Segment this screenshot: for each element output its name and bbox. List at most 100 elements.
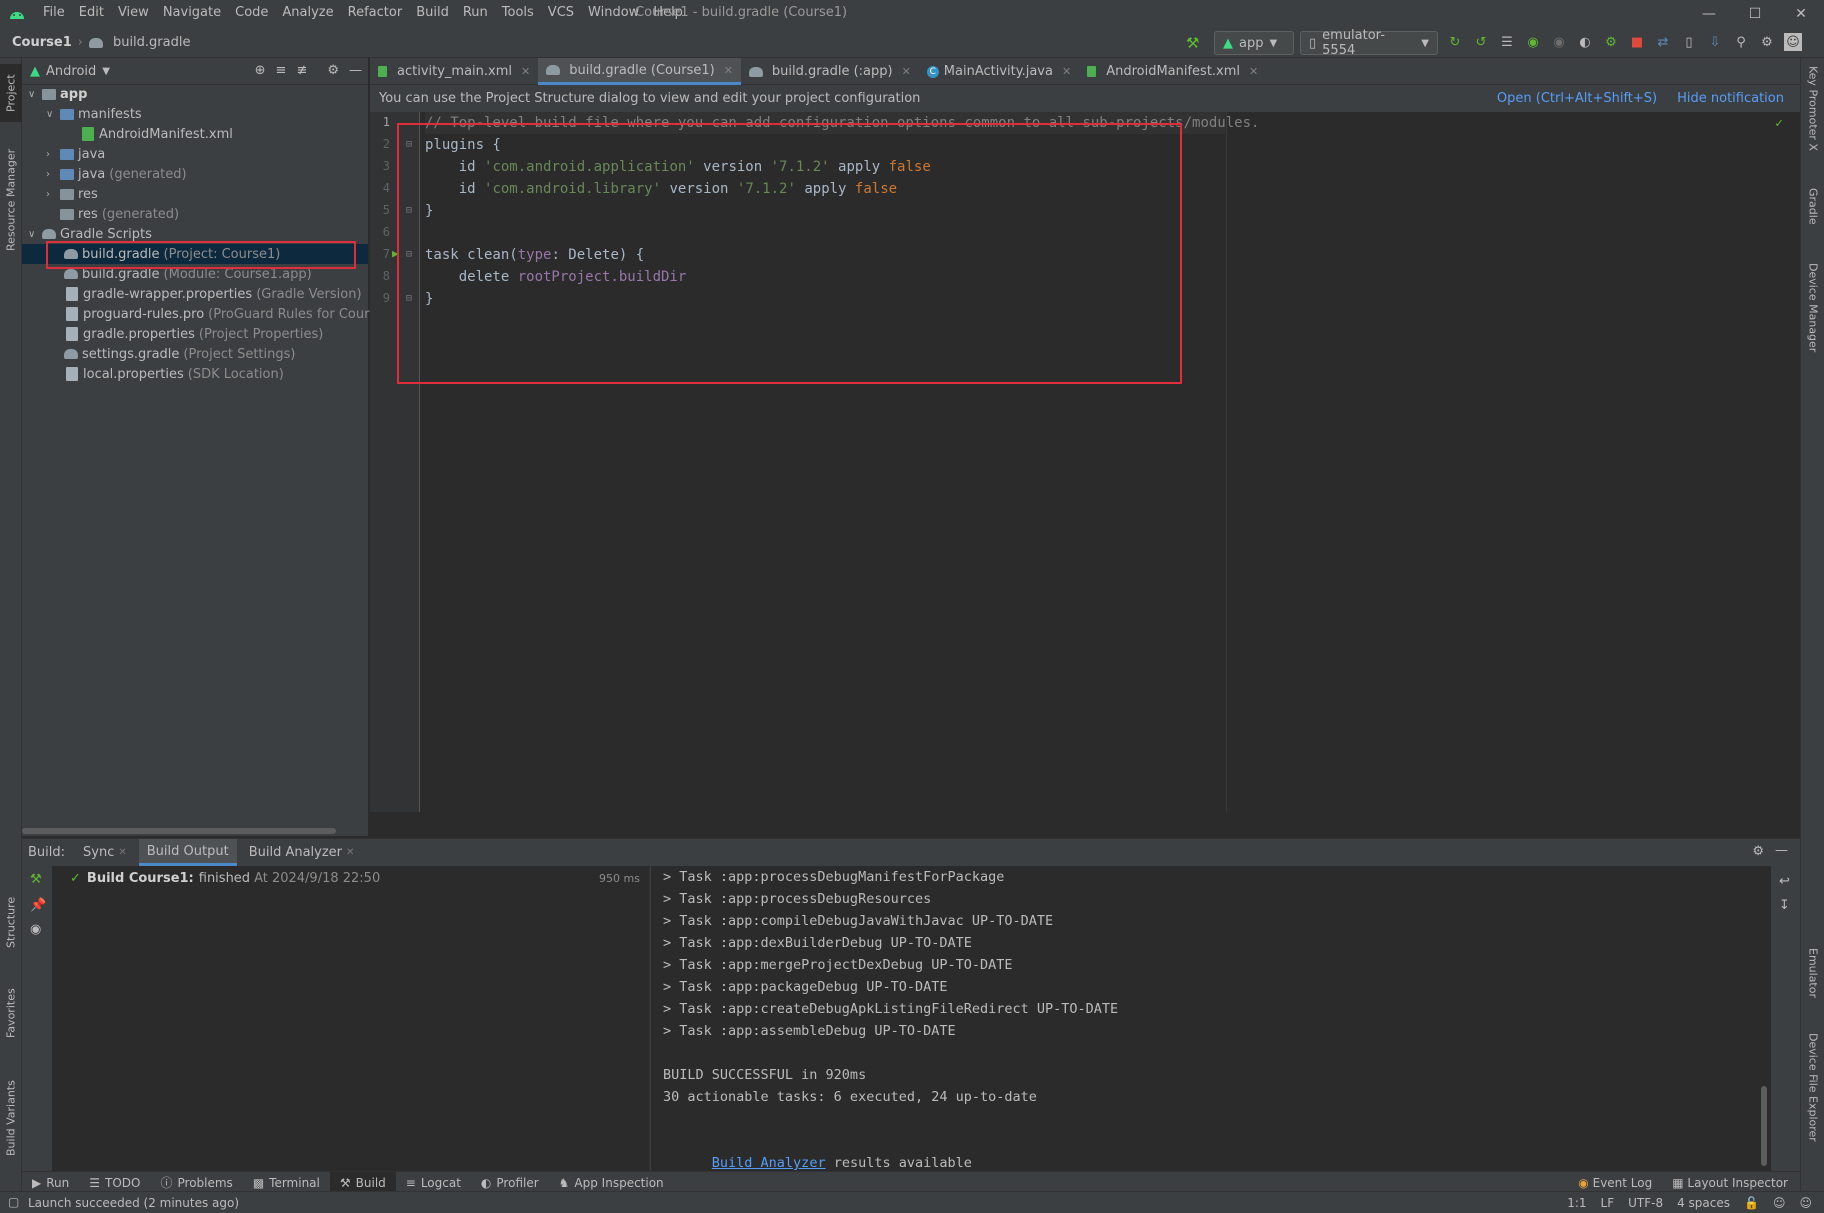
eye-icon[interactable]: ◉ [30, 922, 41, 937]
caret-position[interactable]: 1:1 [1567, 1196, 1586, 1210]
tool-tab-structure[interactable]: Structure [0, 888, 22, 956]
menu-edit[interactable]: Edit [72, 5, 111, 20]
account-icon[interactable]: ☺ [1784, 33, 1802, 51]
build-result-row[interactable]: ✓ Build Course1: finished At 2024/9/18 2… [70, 868, 640, 888]
project-view-select[interactable]: Android [46, 64, 96, 79]
tree-item-gradle-properties[interactable]: gradle.properties (Project Properties) [66, 324, 323, 344]
hide-panel-icon[interactable]: — [1775, 843, 1788, 858]
avd-manager-icon[interactable]: ▯ [1680, 33, 1698, 51]
line-separator[interactable]: LF [1601, 1196, 1615, 1210]
maximize-icon[interactable]: ☐ [1732, 0, 1778, 28]
menu-navigate[interactable]: Navigate [156, 5, 228, 20]
tab-build-output[interactable]: Build Output [138, 839, 237, 866]
chevron-down-icon[interactable]: ∨ [28, 229, 42, 240]
memory-indicator-icon[interactable]: ☺ [1773, 1196, 1786, 1210]
attach-debugger-icon[interactable]: ⚙ [1602, 33, 1620, 51]
tool-tab-device-manager[interactable]: Device Manager [1803, 263, 1823, 373]
locate-target-icon[interactable]: ⊕ [255, 63, 266, 78]
tab-androidmanifest-xml[interactable]: AndroidManifest.xml ✕ [1079, 58, 1266, 85]
tree-item-androidmanifest[interactable]: AndroidManifest.xml [82, 124, 233, 144]
tool-tab-resource-manager[interactable]: Resource Manager [0, 140, 22, 260]
tree-item-settings-gradle[interactable]: settings.gradle (Project Settings) [64, 344, 295, 364]
menu-analyze[interactable]: Analyze [275, 5, 340, 20]
close-tab-icon[interactable]: ✕ [346, 847, 354, 858]
chevron-down-icon[interactable]: ∨ [46, 109, 60, 120]
tree-item-app[interactable]: ∨ app [28, 84, 87, 104]
hammer-build-icon[interactable]: ⚒ [1186, 34, 1199, 52]
settings-gear-icon[interactable]: ⚙ [1758, 33, 1776, 51]
open-project-structure-link[interactable]: Open (Ctrl+Alt+Shift+S) [1497, 91, 1657, 106]
profile-icon[interactable]: ◉ [1550, 33, 1568, 51]
tree-item-java-generated[interactable]: › java (generated) [46, 164, 187, 184]
hammer-build-icon[interactable]: ⚒ [30, 872, 42, 887]
close-icon[interactable]: ✕ [1778, 0, 1824, 28]
build-analyzer-link[interactable]: Build Analyzer [712, 1155, 826, 1171]
close-tab-icon[interactable]: ✕ [521, 65, 530, 78]
gear-icon[interactable]: ⚙ [327, 63, 339, 78]
tab-build-analyzer[interactable]: Build Analyzer ✕ [241, 839, 363, 866]
debug-icon[interactable]: ◉ [1524, 33, 1542, 51]
tool-tab-emulator[interactable]: Emulator [1803, 948, 1823, 1018]
build-output-console[interactable]: > Task :app:processDebugManifestForPacka… [651, 866, 1771, 1172]
settings-gear-icon[interactable]: ⚙ [1752, 844, 1764, 859]
profiler-gauge-icon[interactable]: ◐ [1576, 33, 1594, 51]
notifications-icon[interactable]: ☺ [1799, 1196, 1812, 1210]
stop-icon[interactable]: ■ [1628, 33, 1646, 51]
apply-changes-restart-icon[interactable]: ↻ [1446, 33, 1464, 51]
tree-item-gradle-wrapper[interactable]: gradle-wrapper.properties (Gradle Versio… [66, 284, 362, 304]
menu-file[interactable]: File [36, 5, 72, 20]
breadcrumb-project[interactable]: Course1 [12, 35, 72, 50]
horizontal-scrollbar[interactable] [22, 828, 336, 834]
hide-panel-icon[interactable]: — [349, 63, 362, 78]
chevron-down-icon[interactable]: ∨ [28, 89, 42, 100]
menu-build[interactable]: Build [409, 5, 456, 20]
inspection-ok-check-icon[interactable]: ✓ [1775, 116, 1783, 131]
status-message[interactable]: Launch succeeded (2 minutes ago) [28, 1196, 239, 1210]
run-coverage-icon[interactable]: ☰ [1498, 33, 1516, 51]
collapse-all-icon[interactable]: ≢ [296, 63, 307, 78]
tool-tab-project[interactable]: Project [0, 64, 22, 122]
menu-view[interactable]: View [111, 5, 156, 20]
tree-item-manifests[interactable]: ∨ manifests [46, 104, 142, 124]
tree-item-java[interactable]: › java [46, 144, 105, 164]
indent-setting[interactable]: 4 spaces [1677, 1196, 1730, 1210]
pin-icon[interactable]: 📌 [30, 898, 46, 913]
tab-mainactivity-java[interactable]: C MainActivity.java ✕ [919, 58, 1079, 85]
tab-build-gradle-course1[interactable]: build.gradle (Course1) ✕ [538, 58, 741, 85]
tree-item-local-properties[interactable]: local.properties (SDK Location) [66, 364, 284, 384]
tab-sync[interactable]: Sync ✕ [75, 839, 135, 866]
tool-layout-inspector[interactable]: ▦ Layout Inspector [1672, 1176, 1788, 1190]
menu-refactor[interactable]: Refactor [341, 5, 410, 20]
expand-all-icon[interactable]: ≡ [276, 63, 287, 78]
search-icon[interactable]: ⚲ [1732, 33, 1750, 51]
sync-gradle-icon[interactable]: ⇄ [1654, 33, 1672, 51]
close-tab-icon[interactable]: ✕ [902, 65, 911, 78]
close-tab-icon[interactable]: ✕ [724, 64, 733, 77]
tool-event-log[interactable]: ◉ Event Log [1578, 1176, 1652, 1190]
tree-item-res-generated[interactable]: res (generated) [46, 204, 179, 224]
tool-tab-favorites[interactable]: Favorites [0, 978, 22, 1048]
menu-tools[interactable]: Tools [495, 5, 541, 20]
close-tab-icon[interactable]: ✕ [1062, 65, 1071, 78]
apply-code-changes-icon[interactable]: ↺ [1472, 33, 1490, 51]
tree-item-proguard[interactable]: proguard-rules.pro (ProGuard Rules for C… [66, 304, 393, 324]
vertical-scrollbar[interactable] [1761, 1086, 1767, 1166]
chevron-right-icon[interactable]: › [46, 189, 60, 200]
lock-icon[interactable]: 🔓 [1744, 1196, 1759, 1210]
minimize-icon[interactable]: — [1686, 0, 1732, 28]
tab-build-gradle-app[interactable]: build.gradle (:app) ✕ [741, 58, 919, 85]
chevron-down-icon[interactable]: ▼ [102, 66, 110, 77]
tool-tab-gradle[interactable]: Gradle [1803, 188, 1823, 248]
close-tab-icon[interactable]: ✕ [1249, 65, 1258, 78]
tree-item-res[interactable]: › res [46, 184, 98, 204]
tab-activity-main-xml[interactable]: activity_main.xml ✕ [370, 58, 538, 85]
menu-vcs[interactable]: VCS [541, 5, 581, 20]
chevron-right-icon[interactable]: › [46, 169, 60, 180]
sdk-manager-icon[interactable]: ⇩ [1706, 33, 1724, 51]
soft-wrap-icon[interactable]: ↩ [1779, 874, 1790, 889]
tool-tab-device-file-explorer[interactable]: Device File Explorer [1803, 1033, 1823, 1163]
hide-notification-link[interactable]: Hide notification [1677, 91, 1784, 106]
menu-run[interactable]: Run [456, 5, 495, 20]
toggle-tool-windows-icon[interactable]: ▢ [8, 1195, 19, 1209]
device-select[interactable]: ▯ emulator-5554 ▼ [1300, 28, 1438, 58]
